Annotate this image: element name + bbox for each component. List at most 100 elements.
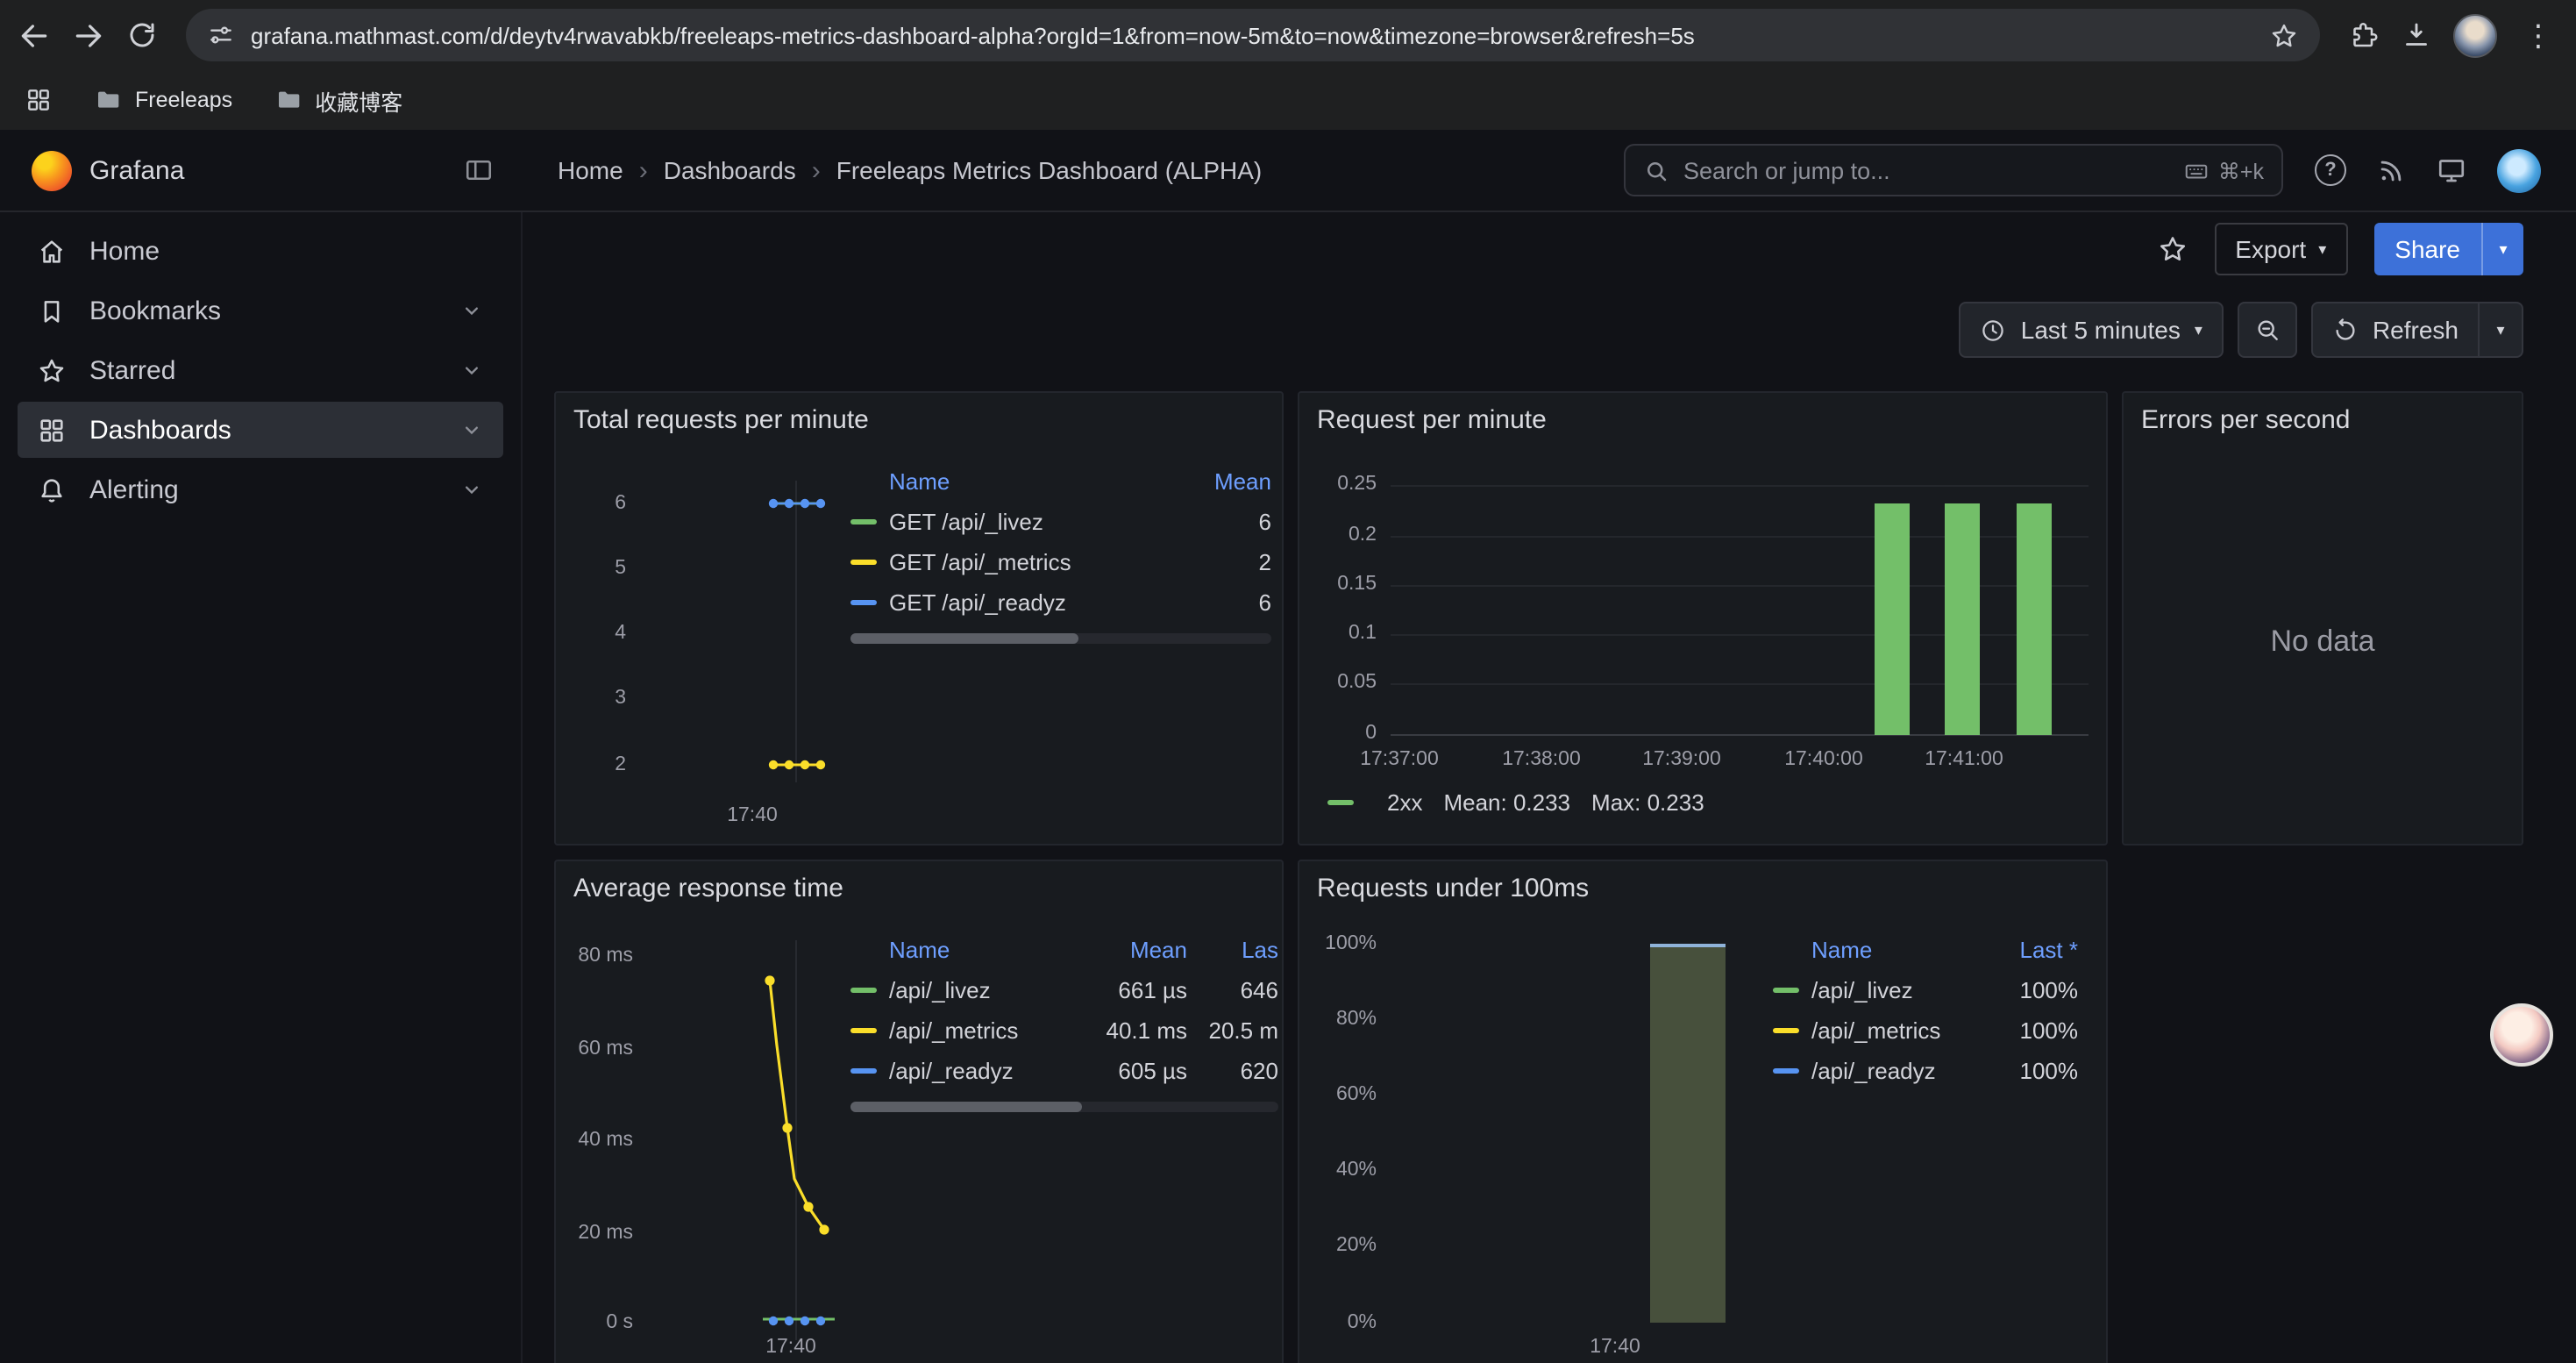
legend-table: Name Mean GET /api/_livez 6 GET /api/_me…	[850, 460, 1271, 644]
dock-sidebar-icon[interactable]	[463, 154, 495, 186]
zoom-out-button[interactable]	[2238, 302, 2297, 358]
legend-row: /api/_livez 100%	[1773, 970, 2078, 1010]
legend-series-name[interactable]: /api/_metrics	[1811, 1017, 1987, 1044]
legend-scrollbar[interactable]	[850, 633, 1271, 644]
series-color-yellow	[1773, 1028, 1799, 1033]
url-input[interactable]	[251, 22, 2253, 48]
legend-series-name[interactable]: /api/_readyz	[889, 1058, 1078, 1084]
legend-header-last[interactable]: Last *	[1987, 936, 2078, 962]
extensions-icon[interactable]	[2348, 19, 2380, 51]
legend-series-last: 646	[1198, 977, 1278, 1003]
sidebar-item-home[interactable]: Home	[18, 223, 503, 279]
panel-title[interactable]: Requests under 100ms	[1317, 874, 1589, 903]
x-tick: 17:38:00	[1480, 747, 1603, 772]
download-icon[interactable]	[2401, 19, 2432, 51]
reload-icon[interactable]	[126, 19, 158, 51]
legend-series-name[interactable]: GET /api/_readyz	[889, 589, 1173, 616]
floating-profile-avatar[interactable]	[2490, 1003, 2553, 1067]
legend-series-name[interactable]: GET /api/_livez	[889, 509, 1173, 535]
breadcrumb-home[interactable]: Home	[558, 156, 623, 184]
chevron-down-icon[interactable]	[459, 358, 484, 382]
sidebar-item-dashboards[interactable]: Dashboards	[18, 402, 503, 458]
legend-series-name[interactable]: /api/_metrics	[889, 1017, 1078, 1044]
panel-title[interactable]: Request per minute	[1317, 405, 1547, 435]
legend-header-mean[interactable]: Mean	[1078, 936, 1187, 962]
chevron-down-icon[interactable]	[459, 477, 484, 502]
legend-series-name[interactable]: /api/_readyz	[1811, 1058, 1987, 1084]
address-bar[interactable]	[186, 9, 2320, 61]
monitor-icon[interactable]	[2436, 154, 2467, 186]
sidebar-item-bookmarks[interactable]: Bookmarks	[18, 282, 503, 339]
y-tick: 0 s	[563, 1310, 633, 1335]
back-icon[interactable]	[18, 18, 51, 52]
panel-title[interactable]: Errors per second	[2141, 405, 2350, 435]
legend-series-last: 20.5 m	[1198, 1017, 1278, 1044]
y-tick: 60 ms	[563, 1037, 633, 1061]
legend-series-last: 100%	[1987, 1017, 2078, 1044]
time-range-picker[interactable]: Last 5 minutes ▾	[1960, 302, 2224, 358]
legend-series-name[interactable]: 2xx	[1387, 789, 1422, 816]
legend-row: GET /api/_livez 6	[850, 502, 1271, 542]
legend-series-name[interactable]: GET /api/_metrics	[889, 549, 1173, 575]
search-input[interactable]	[1683, 157, 2169, 183]
bookmark-icon	[37, 296, 67, 325]
legend-header-mean[interactable]: Mean	[1173, 467, 1271, 494]
y-tick: 0.25	[1313, 472, 1377, 496]
share-menu-button[interactable]: ▾	[2481, 223, 2523, 275]
star-dashboard-icon[interactable]	[2156, 233, 2188, 265]
sidebar-item-alerting[interactable]: Alerting	[18, 461, 503, 517]
legend-header-name[interactable]: Name	[889, 467, 1173, 494]
no-data-message: No data	[2124, 624, 2522, 660]
legend-series-last: 100%	[1987, 977, 2078, 1003]
sidebar-item-label: Dashboards	[89, 415, 231, 445]
forward-icon[interactable]	[72, 18, 105, 52]
help-icon[interactable]: ?	[2315, 154, 2346, 186]
legend-scrollbar-thumb[interactable]	[850, 633, 1078, 644]
legend-scrollbar[interactable]	[850, 1102, 1278, 1112]
panel-title[interactable]: Total requests per minute	[573, 405, 869, 435]
browser-menu-icon[interactable]: ⋮	[2518, 20, 2558, 50]
x-tick: 17:41:00	[1903, 747, 2025, 772]
sidebar-item-starred[interactable]: Starred	[18, 342, 503, 398]
panel-title[interactable]: Average response time	[573, 874, 843, 903]
apps-grid-icon[interactable]	[25, 86, 53, 114]
dashboards-icon	[37, 415, 67, 445]
legend-series-name[interactable]: /api/_livez	[1811, 977, 1987, 1003]
sidebar-item-label: Alerting	[89, 475, 179, 504]
legend-header-name[interactable]: Name	[1811, 936, 1987, 962]
refresh-button[interactable]: Refresh	[2311, 302, 2480, 358]
grafana-logo[interactable]	[32, 150, 72, 190]
search-box[interactable]: ⌘+k	[1624, 144, 2283, 196]
empty-grid-space	[2122, 860, 2523, 1363]
share-button[interactable]: Share ▾	[2373, 223, 2523, 275]
legend-series-mean: Mean: 0.233	[1443, 789, 1570, 816]
x-tick: 17:40	[707, 803, 798, 828]
y-tick: 60%	[1306, 1082, 1377, 1107]
site-info-icon[interactable]	[207, 21, 235, 49]
search-icon	[1643, 157, 1669, 183]
export-button[interactable]: Export ▾	[2214, 223, 2347, 275]
bookmark-folder-blogs[interactable]: 收藏博客	[274, 83, 402, 117]
legend-series-name[interactable]: /api/_livez	[889, 977, 1078, 1003]
rss-icon[interactable]	[2376, 155, 2406, 185]
legend-scrollbar-thumb[interactable]	[850, 1102, 1082, 1112]
breadcrumb-dashboards[interactable]: Dashboards	[664, 156, 796, 184]
bookmark-star-icon[interactable]	[2269, 20, 2299, 50]
bookmark-folder-freeleaps[interactable]: Freeleaps	[95, 86, 232, 114]
legend-header: Name Mean Las	[850, 928, 1278, 970]
breadcrumb: Home › Dashboards › Freeleaps Metrics Da…	[558, 155, 1262, 185]
clock-icon	[1981, 317, 2007, 343]
profile-avatar[interactable]	[2453, 13, 2497, 57]
x-tick: 17:39:00	[1620, 747, 1743, 772]
user-avatar[interactable]	[2497, 148, 2541, 192]
time-range-label: Last 5 minutes	[2021, 316, 2181, 344]
legend-header-name[interactable]: Name	[889, 936, 1078, 962]
chevron-down-icon[interactable]	[459, 417, 484, 442]
legend-row: GET /api/_readyz 6	[850, 582, 1271, 623]
legend-header-last[interactable]: Las	[1198, 936, 1278, 962]
chevron-down-icon[interactable]	[459, 298, 484, 323]
grafana-app: Grafana Home › Dashboards › Freeleaps Me…	[0, 130, 2576, 1363]
refresh-interval-button[interactable]: ▾	[2478, 302, 2523, 358]
legend-inline: 2xx Mean: 0.233 Max: 0.233	[1327, 789, 1704, 816]
x-tick: 17:40:00	[1762, 747, 1885, 772]
